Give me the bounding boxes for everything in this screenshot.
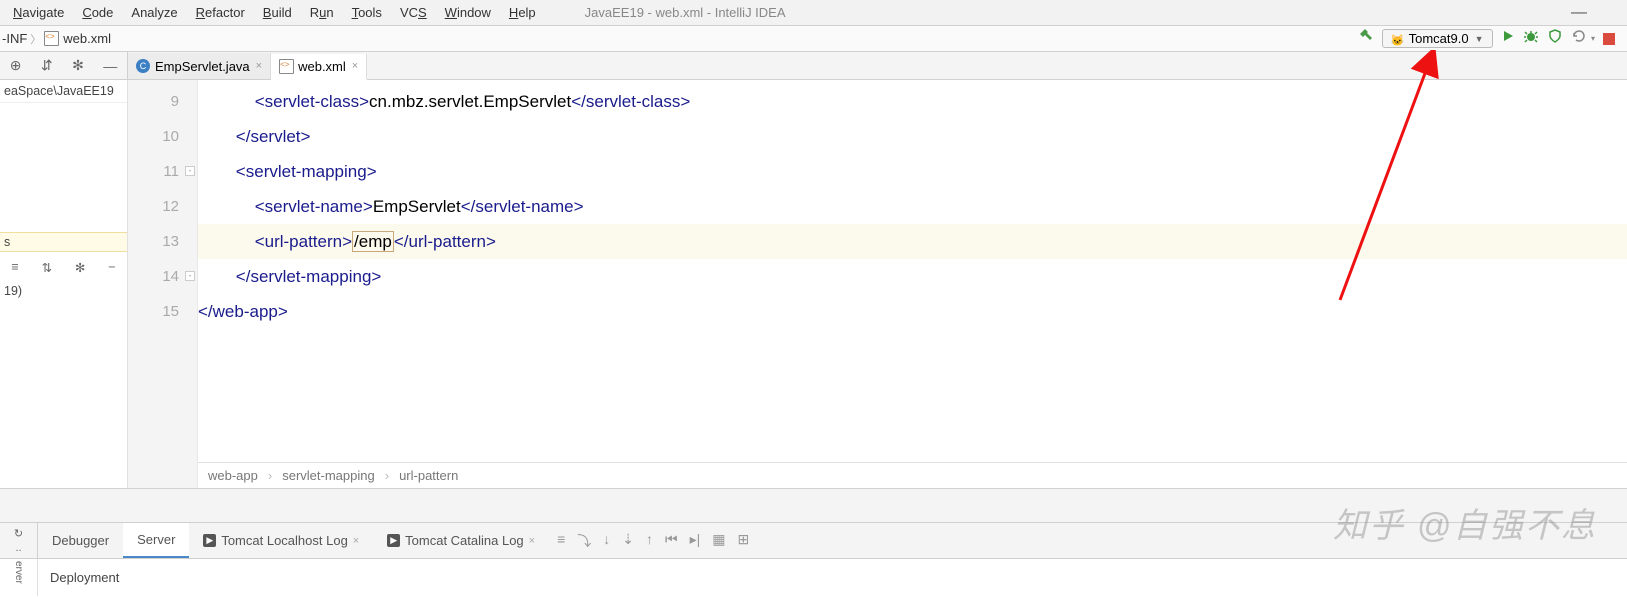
toolbar-row: ⊕ ⇵ ✻ — C EmpServlet.java × web.xml × (0, 52, 1627, 80)
breadcrumb-file[interactable]: web.xml (44, 31, 111, 46)
menu-help[interactable]: Help (500, 5, 545, 20)
minimize-icon[interactable]: — (1571, 4, 1587, 22)
evaluate-icon[interactable]: ▦ (712, 531, 725, 551)
crumb-webapp[interactable]: web-app (208, 468, 258, 483)
tab-label: EmpServlet.java (155, 59, 250, 74)
menu-bar: Navigate Code Analyze Refactor Build Run… (0, 0, 1627, 26)
main-area: eaSpace\JavaEE19 s ≡ ⇅ ✻ − 19) 91011-121… (0, 80, 1627, 488)
editor-breadcrumbs: web-app › servlet-mapping › url-pattern (198, 462, 1627, 488)
breadcrumb-sep-icon: 〉 (27, 31, 44, 47)
dropdown-small-icon: ▾ (1591, 34, 1595, 43)
debug-toolbar: ≡ ⤵ ↓ ⇣ ↑ ⏮ ▸| ▦ ⊞ (557, 531, 749, 551)
chevron-icon: › (385, 468, 389, 483)
line-gutter: 91011-121314-15 (128, 80, 198, 488)
tab-catalina-log[interactable]: ▶ Tomcat Catalina Log × (373, 523, 549, 558)
tomcat-icon (1391, 32, 1405, 46)
more-icon[interactable]: .. (15, 542, 21, 554)
drop-frame-icon[interactable]: ⏮ (665, 531, 678, 551)
settings-icon[interactable]: ✻ (72, 57, 84, 74)
server-side-label[interactable]: erver (0, 559, 38, 596)
menu-code[interactable]: Code (73, 5, 122, 20)
gear-icon[interactable]: ✻ (75, 260, 85, 275)
update-icon[interactable]: ▾ (1571, 28, 1595, 49)
run-icon[interactable] (1501, 29, 1515, 48)
menu-run[interactable]: Run (301, 5, 343, 20)
step-over-icon[interactable]: ⤵ (577, 531, 591, 551)
run-to-cursor-icon[interactable]: ▸| (690, 531, 701, 551)
debug-side-tools: ↻ .. (0, 523, 38, 558)
menu-refactor[interactable]: Refactor (187, 5, 254, 20)
menu-build[interactable]: Build (254, 5, 301, 20)
tab-label: Tomcat Catalina Log (405, 533, 524, 548)
tab-localhost-log[interactable]: ▶ Tomcat Localhost Log × (189, 523, 373, 558)
menu-vcs[interactable]: VCS (391, 5, 436, 20)
force-step-icon[interactable]: ⇣ (622, 531, 634, 551)
code-editor[interactable]: 91011-121314-15 <servlet-class>cn.mbz.se… (128, 80, 1627, 488)
menu-tools[interactable]: Tools (343, 5, 391, 20)
run-config-label: Tomcat9.0 (1409, 31, 1469, 46)
sidebar-structure-tools: ≡ ⇅ ✻ − (0, 256, 127, 279)
coverage-icon[interactable] (1547, 28, 1563, 49)
xml-file-icon (44, 31, 59, 46)
project-toolbar: ⊕ ⇵ ✻ — (0, 52, 128, 79)
window-title: JavaEE19 - web.xml - IntelliJ IDEA (585, 5, 786, 20)
chevron-icon: › (268, 468, 272, 483)
dropdown-icon: ▼ (1475, 34, 1484, 44)
close-icon[interactable]: × (529, 535, 535, 547)
tab-empservlet[interactable]: C EmpServlet.java × (128, 53, 271, 79)
expand-all-icon[interactable]: ⇵ (41, 57, 53, 74)
close-icon[interactable]: × (256, 60, 262, 72)
step-into-icon[interactable]: ↓ (603, 531, 610, 551)
close-icon[interactable]: × (352, 60, 358, 72)
step-out-icon[interactable]: ↑ (646, 531, 653, 551)
run-config-selector[interactable]: Tomcat9.0 ▼ (1382, 29, 1493, 48)
show-exec-icon[interactable]: ≡ (557, 531, 565, 551)
close-icon[interactable]: × (353, 535, 359, 547)
xml-file-icon (279, 59, 294, 74)
debug-panel-tabs: ↻ .. Debugger Server ▶ Tomcat Localhost … (0, 522, 1627, 558)
debug-icon[interactable] (1523, 28, 1539, 49)
sidebar-node[interactable]: 19) (4, 284, 22, 298)
tab-debugger[interactable]: Debugger (38, 523, 123, 558)
tab-label: Tomcat Localhost Log (221, 533, 347, 548)
collapse-icon[interactable]: − (108, 260, 115, 275)
project-path: eaSpace\JavaEE19 (0, 80, 127, 103)
hide-icon[interactable]: — (103, 58, 117, 74)
stop-icon[interactable] (1603, 33, 1615, 45)
editor-tabs: C EmpServlet.java × web.xml × (128, 52, 367, 79)
nav-row: -INF 〉 web.xml Tomcat9.0 ▼ ▾ (0, 26, 1627, 52)
tab-webxml[interactable]: web.xml × (271, 54, 367, 80)
sort-icon[interactable]: ≡ (11, 260, 18, 275)
select-open-file-icon[interactable]: ⊕ (10, 57, 22, 74)
tab-label: web.xml (298, 59, 346, 74)
menu-analyze[interactable]: Analyze (122, 5, 186, 20)
trace-icon[interactable]: ⊞ (738, 531, 750, 551)
breadcrumb-file-label: web.xml (63, 31, 111, 46)
sidebar-selected-item[interactable]: s (0, 232, 127, 252)
menu-navigate[interactable]: Navigate (4, 5, 73, 20)
java-class-icon: C (136, 59, 150, 73)
project-sidebar[interactable]: eaSpace\JavaEE19 s ≡ ⇅ ✻ − 19) (0, 80, 128, 488)
menu-window[interactable]: Window (436, 5, 500, 20)
log-badge-icon: ▶ (203, 534, 216, 547)
crumb-servletmapping[interactable]: servlet-mapping (282, 468, 375, 483)
log-badge-icon: ▶ (387, 534, 400, 547)
bottom-gap (0, 488, 1627, 522)
build-icon[interactable] (1358, 28, 1374, 49)
code-area[interactable]: <servlet-class>cn.mbz.servlet.EmpServlet… (198, 80, 1627, 488)
filter-icon[interactable]: ⇅ (42, 260, 52, 275)
rerun-icon[interactable]: ↻ (14, 527, 23, 540)
tab-server[interactable]: Server (123, 523, 189, 558)
deployment-row: erver Deployment (0, 558, 1627, 596)
crumb-urlpattern[interactable]: url-pattern (399, 468, 458, 483)
breadcrumb-inf[interactable]: -INF (2, 31, 27, 46)
deployment-label[interactable]: Deployment (38, 570, 119, 585)
